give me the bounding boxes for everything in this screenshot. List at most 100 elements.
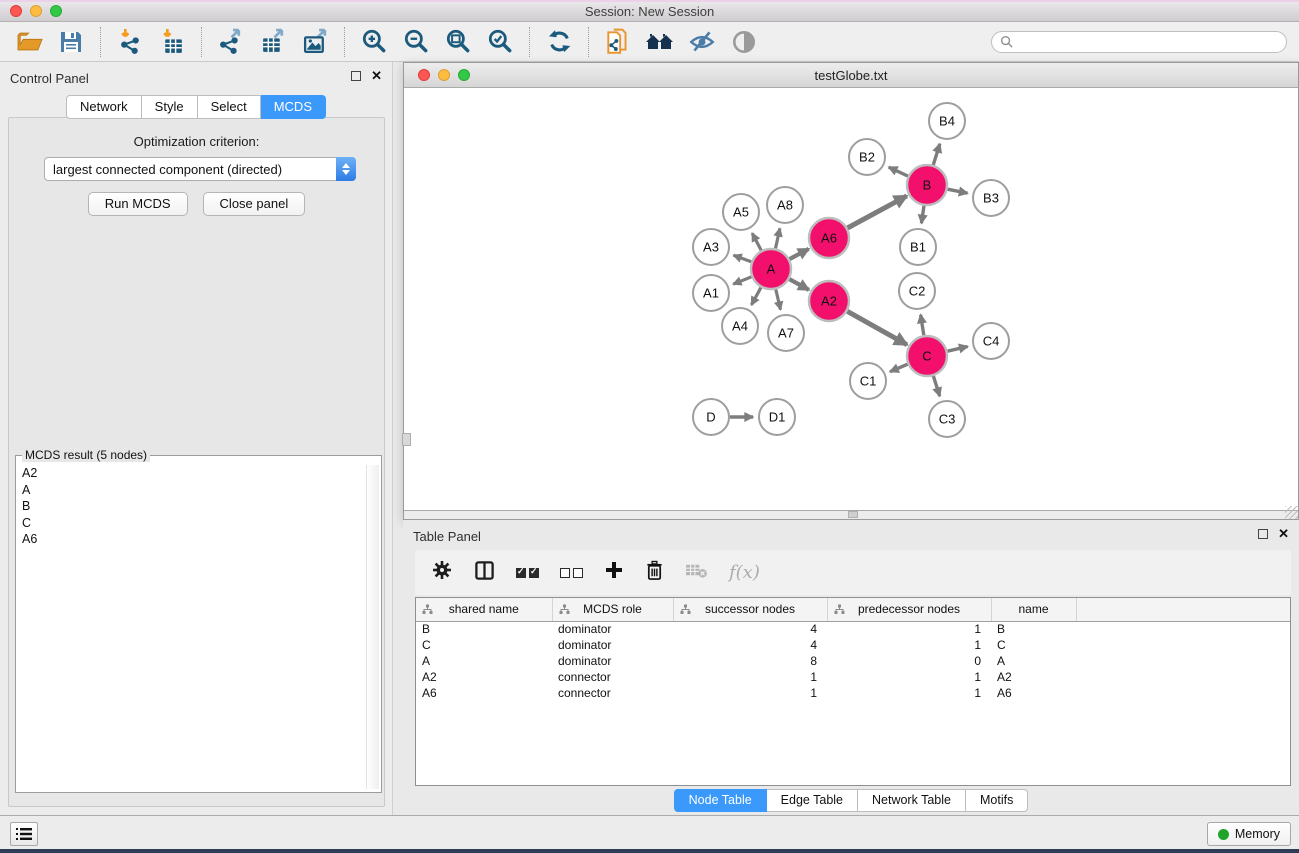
column-header-successor-nodes[interactable]: successor nodes	[673, 598, 827, 621]
tab-style[interactable]: Style	[142, 95, 198, 119]
close-table-panel-icon[interactable]: ✕	[1278, 529, 1289, 539]
tab-select[interactable]: Select	[198, 95, 261, 119]
memory-button[interactable]: Memory	[1207, 822, 1291, 846]
graph-node-label-D: D	[706, 410, 715, 425]
column-header-name[interactable]: name	[991, 598, 1076, 621]
graph-edge-B-B4[interactable]	[933, 144, 940, 165]
graph-edge-A-A5[interactable]	[752, 233, 761, 250]
graph-edge-A-A6[interactable]	[790, 249, 809, 259]
tab-node-table[interactable]: Node Table	[674, 789, 767, 812]
graph-edge-A-A2[interactable]	[789, 279, 808, 290]
column-header-shared-name[interactable]: shared name	[416, 598, 552, 621]
export-image-button[interactable]	[298, 26, 332, 58]
mcds-result-list[interactable]: A2ABCA6	[17, 465, 364, 790]
table-row[interactable]: Adominator80A	[416, 653, 1290, 669]
graph-edge-A-A7[interactable]	[776, 289, 781, 309]
network-snapshot-button[interactable]	[601, 26, 635, 58]
tab-network-table[interactable]: Network Table	[858, 789, 966, 812]
graph-edge-B-B1[interactable]	[921, 206, 924, 223]
optimization-criterion-dropdown[interactable]: largest connected component (directed)	[44, 157, 356, 181]
mcds-result-item[interactable]: A6	[17, 531, 364, 548]
vertical-scrollbar-thumb[interactable]	[402, 433, 411, 446]
search-field[interactable]	[991, 31, 1287, 53]
table-cell-filler	[1076, 621, 1290, 637]
show-panels-button[interactable]	[727, 26, 761, 58]
unselect-all-columns-button[interactable]	[560, 568, 583, 578]
tab-mcds[interactable]: MCDS	[261, 95, 326, 119]
zoom-fit-button[interactable]	[441, 26, 475, 58]
create-column-button[interactable]	[604, 560, 624, 585]
open-folder-icon	[16, 28, 43, 55]
graph-edge-C-C1[interactable]	[890, 364, 908, 371]
export-network-button[interactable]	[214, 26, 248, 58]
horizontal-scrollbar-thumb[interactable]	[848, 511, 858, 518]
home-button[interactable]	[643, 26, 677, 58]
node-table[interactable]: shared name MCDS role successor nodes	[415, 597, 1291, 786]
graph-edge-C-C3[interactable]	[933, 376, 939, 396]
graph-edge-B-B3[interactable]	[948, 189, 968, 193]
tab-edge-table[interactable]: Edge Table	[767, 789, 858, 812]
graph-edge-C-C2[interactable]	[921, 315, 924, 336]
search-input[interactable]	[1018, 35, 1278, 49]
tab-motifs[interactable]: Motifs	[966, 789, 1028, 812]
float-panel-icon[interactable]	[351, 71, 361, 81]
import-table-button[interactable]	[155, 26, 189, 58]
refresh-button[interactable]	[542, 26, 576, 58]
network-canvas[interactable]: AA1A2A3A4A5A6A7A8BB1B2B3B4CC1C2C3C4DD1	[404, 88, 1298, 510]
zoom-out-button[interactable]	[399, 26, 433, 58]
save-floppy-icon	[58, 29, 84, 55]
open-session-button[interactable]	[12, 26, 46, 58]
save-session-button[interactable]	[54, 26, 88, 58]
graph-edge-B-B2[interactable]	[889, 167, 908, 176]
mcds-result-item[interactable]: A2	[17, 465, 364, 482]
network-window-titlebar[interactable]: testGlobe.txt	[404, 63, 1298, 88]
select-all-columns-button[interactable]	[516, 568, 539, 578]
graph-node-label-B: B	[923, 178, 932, 193]
graph-edge-A-A1[interactable]	[733, 277, 751, 284]
table-row[interactable]: Bdominator41B	[416, 621, 1290, 637]
table-cell: 4	[673, 637, 827, 653]
hide-panels-button[interactable]	[685, 26, 719, 58]
import-network-button[interactable]	[113, 26, 147, 58]
graph-edge-A-A4[interactable]	[751, 287, 761, 304]
network-window-title: testGlobe.txt	[404, 68, 1298, 83]
table-row[interactable]: Cdominator41C	[416, 637, 1290, 653]
graph-node-label-A3: A3	[703, 240, 719, 255]
trash-icon	[645, 560, 664, 581]
graph-edge-A2-C[interactable]	[847, 311, 907, 344]
mcds-result-item[interactable]: A	[17, 482, 364, 499]
zoom-in-button[interactable]	[357, 26, 391, 58]
graph-edge-A-A3[interactable]	[734, 255, 752, 262]
column-header-mcds-role[interactable]: MCDS role	[552, 598, 673, 621]
delete-table-button[interactable]	[685, 562, 708, 584]
tab-network[interactable]: Network	[66, 95, 142, 119]
table-cell-filler	[1076, 685, 1290, 701]
mcds-result-item[interactable]: C	[17, 515, 364, 532]
column-header-predecessor-nodes[interactable]: predecessor nodes	[827, 598, 991, 621]
mcds-result-item[interactable]: B	[17, 498, 364, 515]
table-row[interactable]: A6connector11A6	[416, 685, 1290, 701]
export-table-button[interactable]	[256, 26, 290, 58]
table-settings-button[interactable]	[431, 559, 453, 586]
float-table-panel-icon[interactable]	[1258, 529, 1268, 539]
graph-edge-C-C4[interactable]	[947, 346, 967, 351]
result-scrollbar[interactable]	[366, 465, 379, 789]
graph-node-label-D1: D1	[769, 410, 786, 425]
graph-node-label-B2: B2	[859, 150, 875, 165]
table-cell: A6	[416, 685, 552, 701]
delete-column-button[interactable]	[645, 560, 664, 586]
window-resize-grip[interactable]	[1285, 506, 1298, 519]
table-row[interactable]: A2connector11A2	[416, 669, 1290, 685]
table-cell: B	[416, 621, 552, 637]
task-history-button[interactable]	[10, 822, 38, 846]
graph-edge-A6-B[interactable]	[847, 196, 906, 228]
graph-edge-A-A8[interactable]	[775, 228, 779, 248]
dropdown-selected-value: largest connected component (directed)	[45, 162, 336, 177]
show-columns-button[interactable]	[474, 560, 495, 586]
zoom-selected-button[interactable]	[483, 26, 517, 58]
close-panel-icon[interactable]: ✕	[371, 71, 382, 81]
table-cell: connector	[552, 685, 673, 701]
close-panel-button[interactable]: Close panel	[203, 192, 306, 216]
function-builder-button[interactable]: f(x)	[729, 562, 760, 583]
run-mcds-button[interactable]: Run MCDS	[88, 192, 188, 216]
